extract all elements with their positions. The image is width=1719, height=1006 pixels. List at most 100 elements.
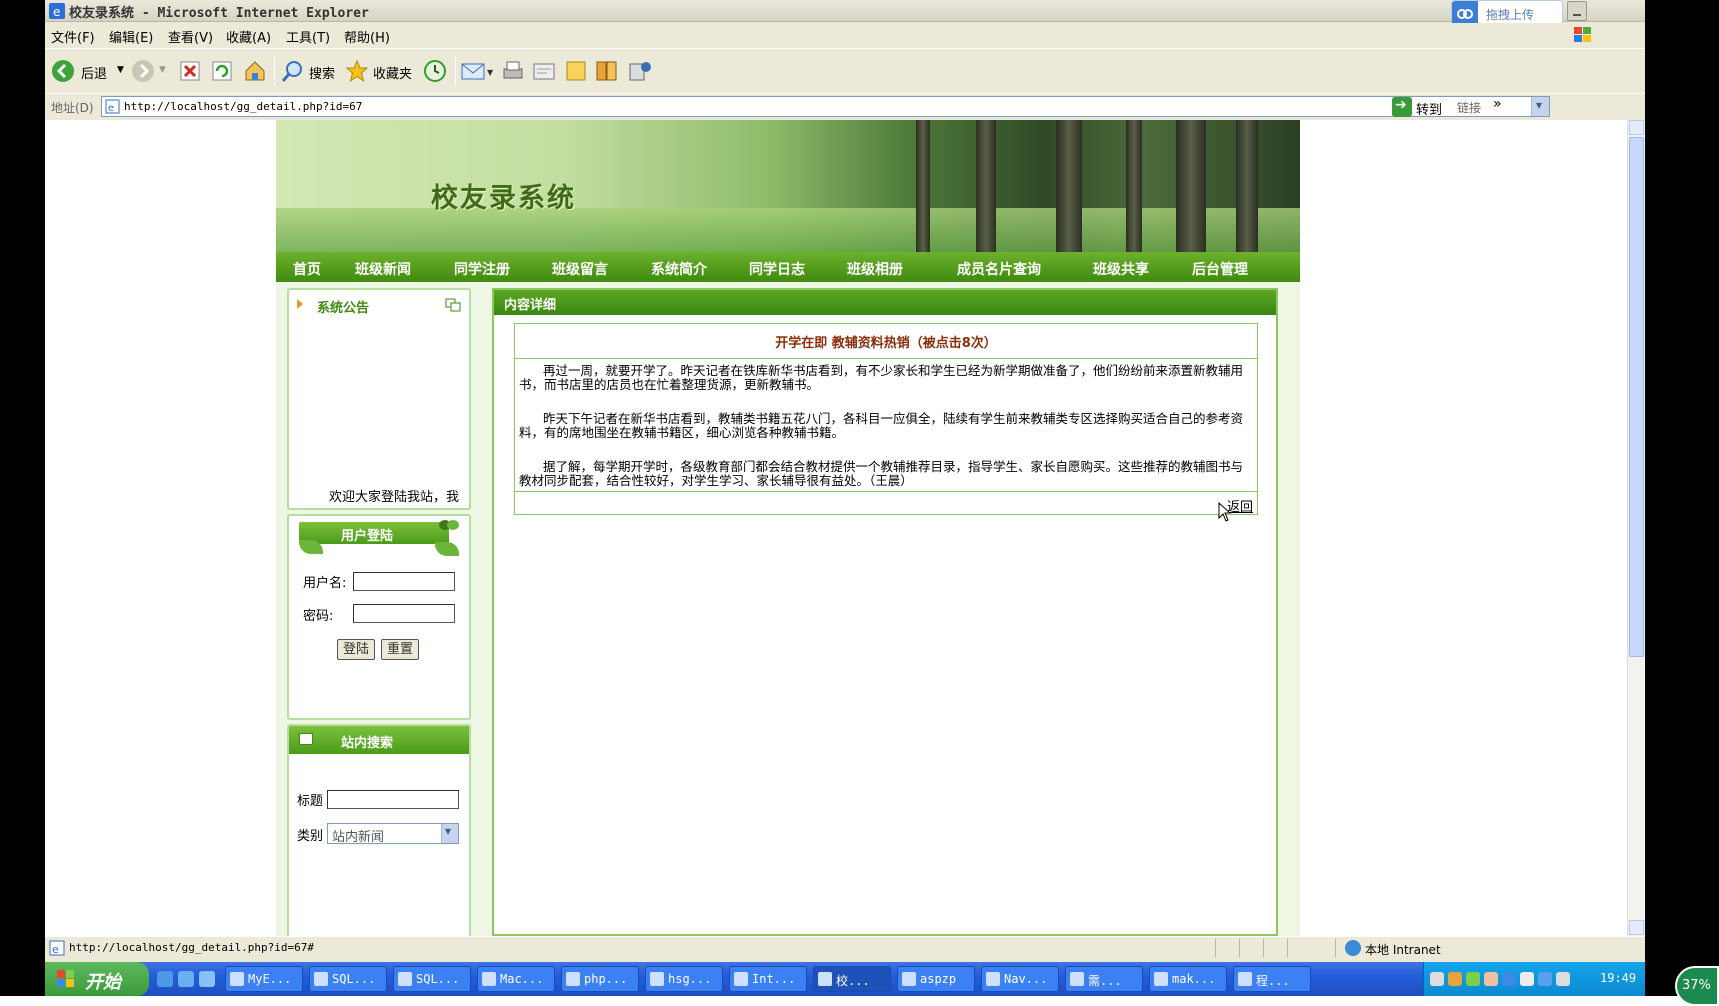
edit-icon[interactable] — [532, 57, 556, 85]
keyboard-icon[interactable] — [1430, 972, 1444, 986]
search-title-label: 标题 — [297, 794, 324, 809]
links-label[interactable]: 链接 — [1457, 99, 1481, 116]
nav-diary[interactable]: 同学日志 — [749, 259, 805, 279]
back-arrow-icon — [52, 60, 74, 82]
task-button[interactable]: Mac... — [477, 966, 555, 992]
task-button[interactable]: SQL... — [309, 966, 387, 992]
scroll-up-button[interactable] — [1629, 120, 1644, 135]
menu-tools[interactable]: 工具(T) — [286, 27, 330, 46]
tray-app-icon[interactable] — [1466, 972, 1480, 986]
task-button[interactable]: php... — [561, 966, 639, 992]
stop-icon[interactable] — [179, 57, 201, 85]
menu-view[interactable]: 查看(V) — [168, 27, 213, 46]
forward-arrow-icon — [132, 60, 154, 82]
search-title-input[interactable] — [327, 790, 459, 809]
menu-bar: 文件(F) 编辑(E) 查看(V) 收藏(A) 工具(T) 帮助(H) — [45, 23, 1645, 47]
nav-guestbook[interactable]: 班级留言 — [552, 259, 608, 279]
task-button[interactable]: SQL... — [393, 966, 471, 992]
task-button[interactable]: hsg... — [645, 966, 723, 992]
windows-flag-icon — [57, 970, 74, 987]
password-input[interactable] — [353, 604, 455, 623]
notice-title: 系统公告 — [317, 301, 370, 316]
vertical-scrollbar[interactable] — [1627, 120, 1645, 936]
scroll-down-button[interactable] — [1629, 920, 1644, 935]
address-label: 地址(D) — [51, 101, 94, 115]
go-button[interactable]: 转到 — [1392, 97, 1462, 118]
favorites-button[interactable]: 收藏夹 — [345, 57, 415, 85]
menu-edit[interactable]: 编辑(E) — [109, 27, 153, 46]
nav-member-search[interactable]: 成员名片查询 — [957, 259, 1041, 279]
tray-network-icon[interactable] — [1502, 972, 1516, 986]
task-button[interactable]: 需... — [1065, 966, 1143, 992]
task-button[interactable]: Nav... — [981, 966, 1059, 992]
password-label: 密码: — [303, 609, 334, 624]
nav-share[interactable]: 班级共享 — [1093, 259, 1149, 279]
address-input[interactable]: e http://localhost/gg_detail.php?id=67 — [101, 96, 1550, 117]
tray-arrow-icon[interactable] — [1448, 972, 1462, 986]
address-url: http://localhost/gg_detail.php?id=67 — [124, 100, 363, 113]
search-panel-icon — [299, 733, 313, 745]
menu-favorites[interactable]: 收藏(A) — [226, 27, 271, 46]
nav-about[interactable]: 系统简介 — [651, 259, 707, 279]
minimize-button[interactable] — [1567, 1, 1587, 21]
nav-home[interactable]: 首页 — [293, 259, 321, 279]
research-icon[interactable] — [595, 57, 621, 85]
svg-text:e: e — [108, 103, 114, 114]
tray-volume-icon[interactable] — [1520, 972, 1534, 986]
nav-register[interactable]: 同学注册 — [454, 259, 510, 279]
go-arrow-icon — [1392, 97, 1412, 117]
web-viewport: 校友录系统 首页 班级新闻 同学注册 班级留言 系统简介 同学日志 班级相册 成… — [45, 120, 1627, 936]
chevron-right-icon[interactable]: » — [1493, 96, 1502, 112]
quicklaunch-ie-icon[interactable] — [157, 971, 173, 987]
nav-class-news[interactable]: 班级新闻 — [355, 259, 411, 279]
refresh-icon[interactable] — [211, 57, 233, 85]
messenger-icon[interactable] — [627, 57, 653, 85]
mail-icon[interactable]: ▼ — [461, 57, 495, 85]
task-button[interactable]: 程... — [1233, 966, 1311, 992]
reset-button[interactable]: 重置 — [381, 639, 419, 660]
task-button-active[interactable]: 校... — [813, 966, 891, 992]
zoom-indicator[interactable]: 37% — [1675, 966, 1719, 1006]
content-header: 内容详细 — [504, 298, 557, 313]
site-title: 校友录系统 — [431, 183, 576, 214]
task-button[interactable]: Int... — [729, 966, 807, 992]
back-dropdown-icon[interactable]: ▼ — [117, 65, 124, 75]
task-button[interactable]: MyE... — [225, 966, 303, 992]
menu-help[interactable]: 帮助(H) — [344, 27, 390, 46]
search-type-label: 类别 — [297, 829, 324, 844]
print-icon[interactable] — [501, 57, 525, 85]
start-button[interactable]: 开始 — [45, 962, 149, 996]
svg-text:e: e — [53, 5, 60, 19]
discuss-icon[interactable] — [564, 57, 588, 85]
upload-label: 拖拽上传 — [1486, 8, 1535, 22]
search-panel: 站内搜索 标题 类别 站内新闻 — [287, 724, 471, 936]
history-icon[interactable] — [423, 57, 447, 85]
nav-album[interactable]: 班级相册 — [847, 259, 903, 279]
forward-button[interactable]: ▼ — [131, 57, 171, 85]
back-button[interactable]: 后退 ▼ — [51, 57, 129, 85]
tray-device-icon[interactable] — [1556, 972, 1570, 986]
quicklaunch-media-icon[interactable] — [199, 971, 215, 987]
search-button[interactable]: 搜索 — [281, 57, 341, 85]
home-icon[interactable] — [243, 57, 267, 85]
nav-admin[interactable]: 后台管理 — [1192, 259, 1248, 279]
username-input[interactable] — [353, 572, 455, 591]
username-label: 用户名: — [303, 576, 347, 591]
tray-user-icon[interactable] — [1484, 972, 1498, 986]
article-title: 开学在即 教辅资料热销（被点击8次） — [515, 324, 1257, 359]
status-bar: e http://localhost/gg_detail.php?id=67# … — [45, 936, 1645, 959]
article-paragraph: 再过一周，就要开学了。昨天记者在铁库新华书店看到，有不少家长和学生已经为新学期做… — [519, 363, 1244, 392]
task-button[interactable]: aspzp — [897, 966, 975, 992]
title-bar: e 校友录系统 - Microsoft Internet Explorer — [45, 0, 1645, 22]
address-dropdown-button[interactable] — [1531, 97, 1549, 116]
clock: 19:49 — [1600, 971, 1637, 985]
task-button[interactable]: mak... — [1149, 966, 1227, 992]
scroll-thumb[interactable] — [1629, 137, 1644, 657]
status-url: http://localhost/gg_detail.php?id=67# — [69, 941, 315, 954]
menu-file[interactable]: 文件(F) — [51, 27, 95, 46]
tray-sync-icon[interactable] — [1538, 972, 1552, 986]
quicklaunch-desktop-icon[interactable] — [178, 971, 194, 987]
more-icon[interactable] — [445, 298, 461, 312]
login-button[interactable]: 登陆 — [337, 639, 375, 660]
search-type-select[interactable]: 站内新闻 — [327, 823, 459, 845]
